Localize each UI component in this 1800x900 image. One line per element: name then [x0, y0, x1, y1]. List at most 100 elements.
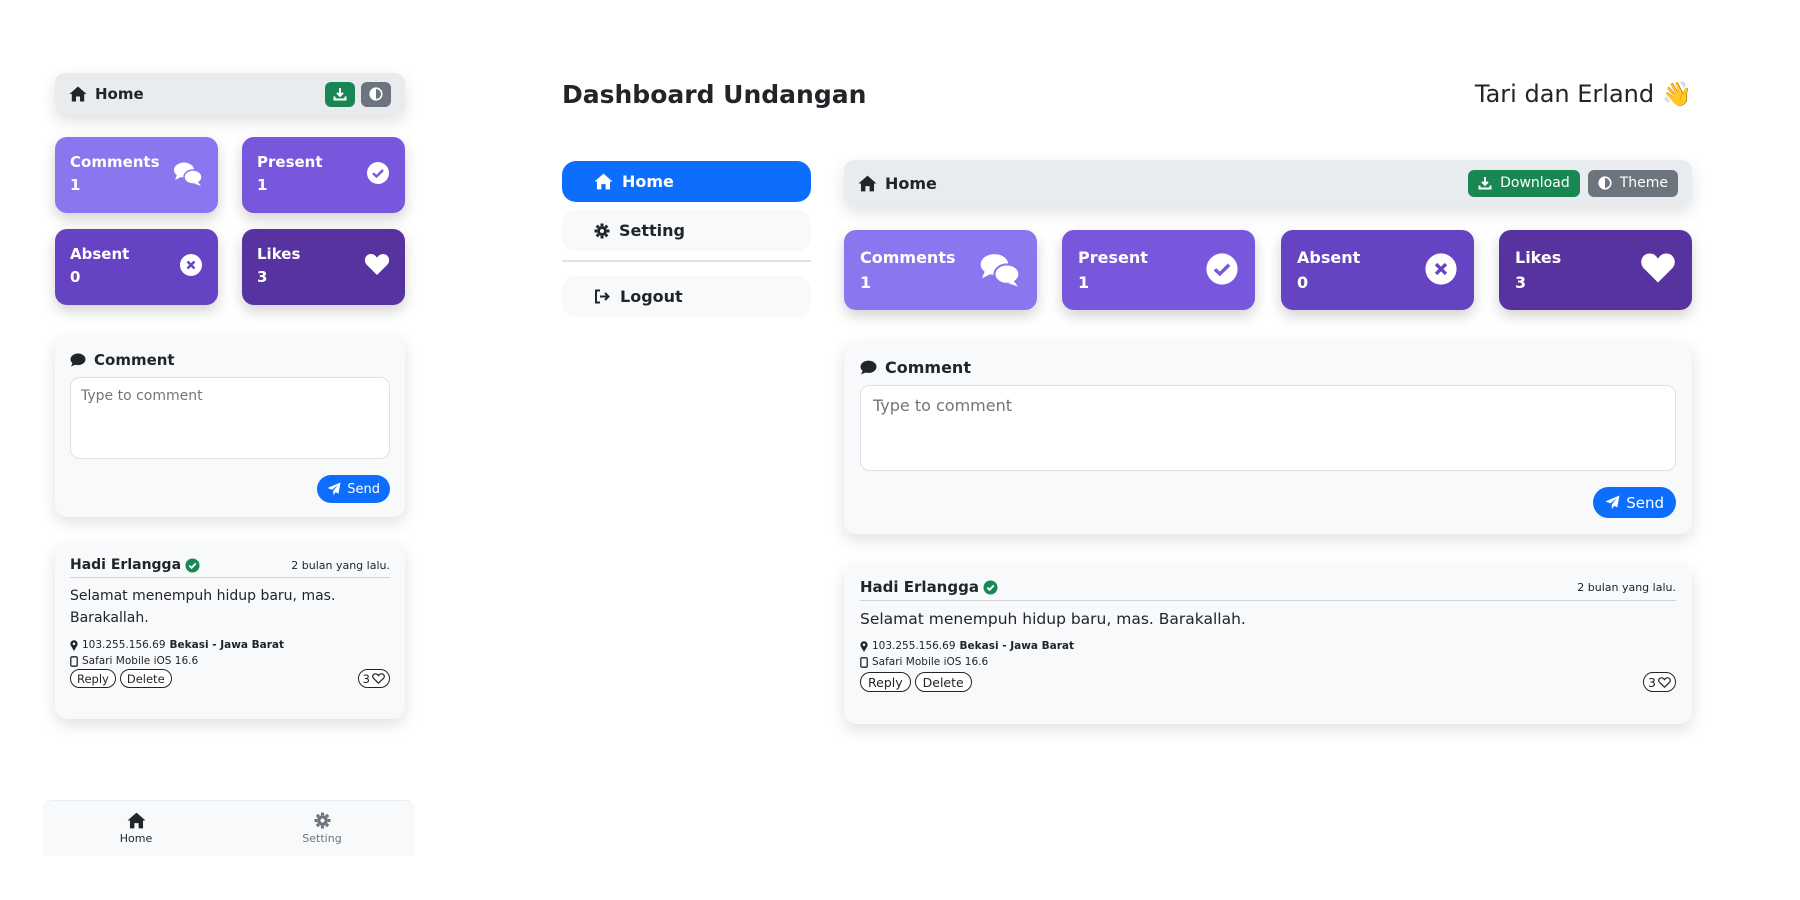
mobile-nav-title: Home — [95, 85, 144, 103]
comment-device: Safari Mobile iOS 16.6 — [82, 655, 199, 667]
stat-card-comments: Comments 1 — [844, 230, 1037, 310]
delete-button[interactable]: Delete — [914, 672, 972, 692]
comment-form-title: Comment — [94, 351, 175, 369]
commenter-name: Hadi Erlangga — [860, 578, 979, 596]
reply-button[interactable]: Reply — [860, 672, 911, 692]
comment-device: Safari Mobile iOS 16.6 — [872, 656, 989, 668]
download-label: Download — [1500, 175, 1570, 191]
sidebar-item-home[interactable]: Home — [562, 161, 811, 202]
like-button[interactable]: 3 — [1643, 672, 1676, 692]
mobile-preview: Home Comments 1 Present 1 Absent 0 Likes… — [43, 0, 420, 900]
check-circle-icon — [1205, 252, 1239, 286]
contrast-icon — [1598, 176, 1612, 190]
house-icon — [594, 173, 613, 190]
gear-icon — [594, 223, 610, 239]
heart-icon — [1640, 252, 1676, 284]
comment-region: Bekasi - Jawa Barat — [959, 640, 1075, 652]
comment-form-card: Comment Send — [844, 342, 1692, 534]
mobile-top-nav: Home — [55, 73, 405, 115]
paper-plane-icon — [327, 482, 341, 496]
comment-time: 2 bulan yang lalu. — [1577, 580, 1676, 594]
house-icon — [858, 175, 877, 192]
comment-icon — [860, 360, 877, 375]
comment-form-title: Comment — [885, 358, 971, 377]
delete-button[interactable]: Delete — [119, 669, 172, 688]
download-icon — [333, 87, 347, 101]
sidebar-item-setting[interactable]: Setting — [562, 210, 811, 251]
desktop-top-nav: Home Download Theme — [844, 160, 1692, 206]
heart-outline-icon — [1658, 676, 1671, 688]
comment-device-row: Safari Mobile iOS 16.6 — [860, 656, 1676, 668]
comment-device-row: Safari Mobile iOS 16.6 — [70, 655, 390, 667]
sidebar-item-label: Logout — [620, 287, 683, 306]
like-count: 3 — [1648, 674, 1656, 690]
commenter-name: Hadi Erlangga — [70, 557, 182, 573]
contrast-icon — [369, 87, 383, 101]
download-button[interactable] — [325, 81, 355, 107]
map-pin-icon — [70, 639, 78, 651]
waving-hand-emoji: 👋 — [1662, 80, 1692, 108]
comment-text: Selamat menempuh hidup baru, mas. Baraka… — [860, 610, 1246, 628]
stat-card-likes: Likes 3 — [1499, 230, 1692, 310]
comment-icon — [70, 353, 86, 367]
comment-ip: 103.255.156.69 — [872, 640, 956, 652]
comment-time: 2 bulan yang lalu. — [291, 558, 390, 572]
theme-button[interactable] — [361, 81, 391, 107]
comments-icon — [173, 161, 203, 187]
comments-icon — [979, 252, 1021, 288]
stat-card-comments: Comments 1 — [55, 137, 218, 213]
comment-text: Selamat menempuh hidup baru, mas. Baraka… — [70, 588, 336, 626]
like-count: 3 — [362, 671, 370, 686]
verified-badge-icon — [185, 558, 200, 573]
page-title: Dashboard Undangan — [562, 80, 867, 109]
stat-card-absent: Absent 0 — [55, 229, 218, 305]
sidebar-item-label: Home — [622, 172, 674, 191]
sidebar-divider — [562, 260, 811, 262]
send-button[interactable]: Send — [1593, 487, 1676, 518]
comment-region: Bekasi - Jawa Barat — [169, 639, 285, 651]
user-name: Tari dan Erland — [1474, 80, 1655, 108]
logout-icon — [594, 289, 611, 304]
house-icon — [127, 812, 146, 829]
comment-ip: 103.255.156.69 — [82, 639, 166, 651]
user-greeting: Tari dan Erland 👋 — [1475, 80, 1692, 108]
stat-card-absent: Absent 0 — [1281, 230, 1474, 310]
comment-input[interactable] — [70, 377, 390, 459]
heart-icon — [364, 253, 390, 276]
desktop-view: Dashboard Undangan Tari dan Erland 👋 Hom… — [562, 0, 1692, 900]
paper-plane-icon — [1605, 495, 1620, 510]
gear-icon — [314, 812, 331, 829]
bottom-tab-home[interactable]: Home — [43, 801, 229, 856]
stat-card-present: Present 1 — [1062, 230, 1255, 310]
sidebar-item-label: Setting — [619, 221, 685, 240]
sidebar-item-logout[interactable]: Logout — [562, 276, 811, 317]
comment-location: 103.255.156.69 Bekasi - Jawa Barat — [860, 640, 1676, 652]
send-label: Send — [347, 481, 380, 497]
like-button[interactable]: 3 — [357, 669, 390, 688]
stat-card-likes: Likes 3 — [242, 229, 405, 305]
map-pin-icon — [860, 640, 868, 652]
bottom-tab-label: Setting — [302, 832, 342, 845]
download-icon — [1478, 176, 1492, 190]
desktop-nav-title: Home — [885, 173, 937, 193]
stat-card-present: Present 1 — [242, 137, 405, 213]
house-icon — [69, 86, 87, 102]
mobile-device-icon — [860, 656, 868, 668]
mobile-device-icon — [70, 655, 78, 667]
theme-label: Theme — [1619, 175, 1668, 191]
x-circle-icon — [1424, 252, 1458, 286]
send-label: Send — [1626, 493, 1664, 512]
bottom-tab-label: Home — [119, 832, 153, 845]
verified-badge-icon — [983, 580, 998, 595]
download-button[interactable]: Download — [1468, 169, 1580, 197]
x-circle-icon — [179, 253, 203, 277]
comment-location: 103.255.156.69 Bekasi - Jawa Barat — [70, 639, 390, 651]
mobile-bottom-nav: Home Setting — [43, 800, 415, 856]
bottom-tab-setting[interactable]: Setting — [229, 801, 415, 856]
comment-input[interactable] — [860, 385, 1676, 471]
send-button[interactable]: Send — [317, 475, 390, 503]
reply-button[interactable]: Reply — [70, 669, 116, 688]
heart-outline-icon — [372, 673, 385, 684]
theme-button[interactable]: Theme — [1587, 169, 1678, 197]
comment-entry-card: Hadi Erlangga 2 bulan yang lalu. Selamat… — [844, 564, 1692, 724]
